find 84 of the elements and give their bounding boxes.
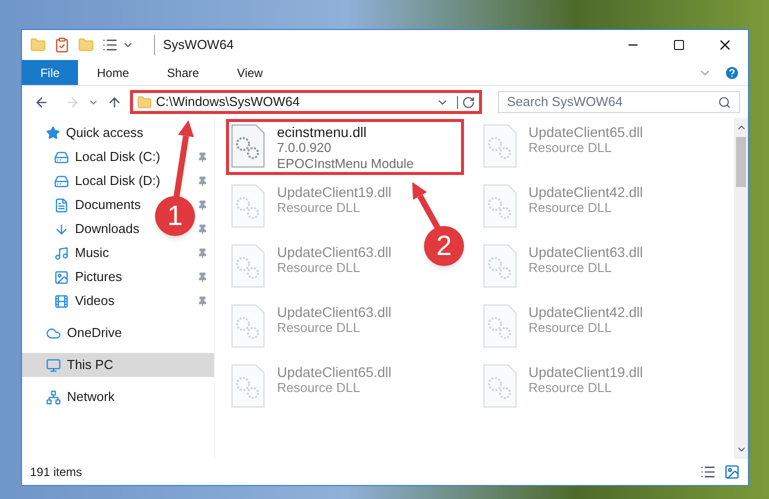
- back-icon[interactable]: [34, 94, 49, 110]
- search-icon[interactable]: [718, 96, 731, 108]
- refresh-icon[interactable]: [457, 96, 475, 108]
- file-detail: Resource DLL: [277, 380, 362, 396]
- file-name: UpdateClient42.dll: [528, 184, 643, 200]
- file-name: UpdateClient42.dll: [528, 304, 643, 320]
- pin-icon[interactable]: [197, 152, 208, 162]
- file-gear-icon: [482, 304, 516, 348]
- address-path: C:\Windows\SysWOW64: [156, 93, 300, 112]
- file-name: UpdateClient63.dll: [528, 244, 643, 260]
- ribbon-tab[interactable]: Home: [80, 60, 146, 85]
- sidebar-item[interactable]: Pictures: [54, 265, 122, 289]
- item-count: 191 items: [30, 464, 82, 481]
- file-detail: Resource DLL: [277, 260, 362, 276]
- clipboard-icon[interactable]: [54, 37, 70, 53]
- pin-icon[interactable]: [197, 224, 208, 234]
- file-gear-icon: [231, 304, 265, 348]
- down-arrow-icon: [54, 222, 69, 236]
- pin-icon[interactable]: [197, 248, 208, 258]
- file-gear-icon: [231, 364, 265, 408]
- folder-icon: [137, 94, 152, 110]
- file-name: UpdateClient65.dll: [528, 124, 643, 140]
- file-detail: Resource DLL: [528, 380, 613, 396]
- help-icon[interactable]: [724, 64, 740, 80]
- file-name: UpdateClient65.dll: [277, 364, 392, 380]
- file-detail: 7.0.0.920: [277, 140, 332, 156]
- ribbon-tab[interactable]: File: [22, 60, 78, 85]
- search-input[interactable]: Search SysWOW64: [507, 92, 718, 112]
- file-tile[interactable]: ecinstmenu.dll 7.0.0.920 EPOCInstMenu Module: [231, 124, 459, 170]
- sidebar-item[interactable]: Quick access: [46, 121, 144, 145]
- sidebar-item[interactable]: This PC: [22, 353, 214, 377]
- drive-icon: [54, 150, 69, 164]
- pin-icon[interactable]: [197, 200, 208, 210]
- ribbon-tab[interactable]: Share: [150, 60, 216, 85]
- maximize-icon[interactable]: [673, 39, 685, 51]
- cloud-icon: [46, 326, 61, 340]
- file-name: ecinstmenu.dll: [277, 124, 368, 140]
- file-detail: Resource DLL: [528, 200, 613, 216]
- monitor-icon: [46, 358, 61, 372]
- music-note-icon: [54, 246, 69, 260]
- pin-icon[interactable]: [197, 296, 208, 306]
- sidebar-item[interactable]: Documents: [54, 193, 141, 217]
- file-detail: Resource DLL: [277, 320, 362, 336]
- sidebar-item[interactable]: Local Disk (C:): [54, 145, 160, 169]
- file-gear-icon: [482, 184, 516, 228]
- file-gear-icon: [231, 124, 265, 168]
- network-icon: [46, 390, 61, 404]
- list-icon[interactable]: [102, 37, 118, 53]
- sidebar-item[interactable]: Downloads: [54, 217, 140, 241]
- drive-icon: [54, 174, 69, 188]
- file-detail: Resource DLL: [528, 320, 613, 336]
- address-field[interactable]: C:\Windows\SysWOW64: [130, 90, 482, 114]
- file-detail: Resource DLL: [277, 200, 362, 216]
- window-title: SysWOW64: [154, 35, 234, 55]
- sidebar-item[interactable]: OneDrive: [22, 321, 214, 345]
- file-gear-icon: [231, 184, 265, 228]
- file-gear-icon: [482, 124, 516, 168]
- sidebar-item[interactable]: Music: [54, 241, 109, 265]
- thumbnail-view-icon[interactable]: [724, 464, 740, 480]
- file-gear-icon: [482, 244, 516, 288]
- file-gear-icon: [231, 244, 265, 288]
- star-icon: [46, 126, 60, 140]
- file-name: UpdateClient19.dll: [528, 364, 643, 380]
- scrollbar[interactable]: [734, 118, 748, 459]
- file-detail: Resource DLL: [528, 140, 613, 156]
- details-view-icon[interactable]: [700, 464, 716, 480]
- pin-icon[interactable]: [197, 176, 208, 186]
- scroll-thumb[interactable]: [736, 137, 746, 187]
- file-name: UpdateClient63.dll: [277, 244, 392, 260]
- picture-icon: [54, 270, 69, 284]
- file-detail: EPOCInstMenu Module: [277, 156, 414, 172]
- ribbon-tab[interactable]: View: [220, 60, 280, 85]
- pin-icon[interactable]: [197, 272, 208, 282]
- file-detail: Resource DLL: [528, 260, 613, 276]
- up-icon[interactable]: [107, 94, 122, 110]
- film-icon: [54, 294, 69, 308]
- sidebar-item[interactable]: Network: [22, 385, 214, 409]
- file-gear-icon: [482, 364, 516, 408]
- sidebar-item[interactable]: Local Disk (D:): [54, 169, 160, 193]
- file-name: UpdateClient63.dll: [277, 304, 392, 320]
- document-icon: [54, 198, 69, 212]
- search-field[interactable]: Search SysWOW64: [498, 91, 740, 113]
- file-name: UpdateClient19.dll: [277, 184, 392, 200]
- sidebar-item[interactable]: Videos: [54, 289, 115, 313]
